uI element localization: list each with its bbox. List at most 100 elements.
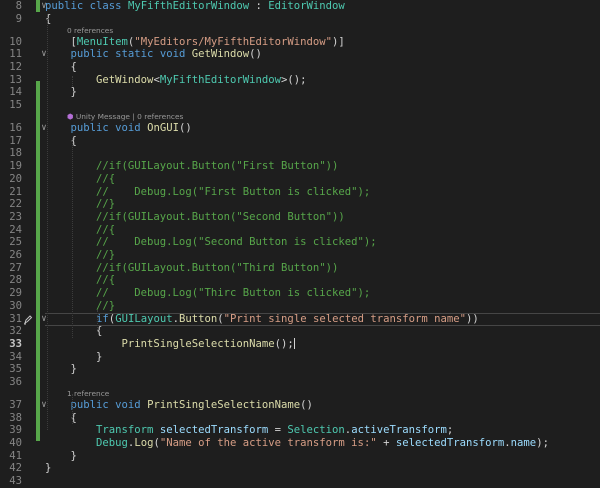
code-text: //if(GUILayout.Button("First Button")) [45,160,338,173]
code-token: "Name of the active transform is:" [159,437,377,449]
indent-guide [72,76,74,86]
code-line[interactable]: 9{ [0,13,600,26]
code-line[interactable]: 16 ∨ public void OnGUI() [0,122,600,135]
line-number: 31 [9,312,22,325]
code-token: //{ [45,172,116,185]
code-line[interactable]: 26 //} [0,249,600,262]
code-lens-references[interactable]: 1 reference [67,389,109,399]
code-line[interactable]: 28 //{ [0,274,600,287]
line-number: 41 [9,449,22,462]
code-line[interactable]: 38 { [0,412,600,425]
code-token: Debug [96,437,128,449]
code-text: if(GUILayout.Button("Print single select… [45,313,479,326]
code-text: { [45,61,77,74]
code-lens-references[interactable]: ⬢ Unity Message | 0 references [67,112,183,122]
code-text: } [45,351,102,364]
code-line[interactable]: 17 { [0,135,600,148]
code-line[interactable]: 27 //if(GUILayout.Button("Third Button")… [0,262,600,275]
code-line[interactable]: 43 [0,475,600,488]
code-token: GetWindow [96,73,154,86]
code-line[interactable]: 13 GetWindow<MyFifthEditorWindow>(); [0,74,600,87]
code-token: Selection [287,424,345,437]
code-text: } [45,86,77,99]
line-number: 38 [9,411,22,424]
code-line[interactable]: 34 } [0,351,600,364]
line-number: 18 [9,147,22,160]
code-text: public void OnGUI() [45,122,192,135]
code-line[interactable]: 8 ∨ public class MyFifthEditorWindow : Edi… [0,0,600,13]
code-text: } [45,450,77,463]
code-line[interactable]: 12 { [0,61,600,74]
code-line[interactable]: 19 //if(GUILayout.Button("First Button")… [0,160,600,173]
code-lens-label: Unity Message | 0 references [75,112,184,122]
code-line[interactable]: 33 PrintSingleSelectionName(); [0,338,600,351]
code-token: name [510,437,537,449]
code-text: } [45,462,51,475]
code-token: (); [274,337,294,350]
code-token: // Debug.Log("Thirc Button is clicked"); [45,287,371,300]
code-line[interactable]: 42} [0,462,600,475]
code-lens-references[interactable]: 0 references [67,26,113,36]
line-number: 17 [9,134,22,147]
code-line[interactable]: 15 [0,99,600,112]
code-line[interactable]: 39 Transform selectedTransform = Selecti… [0,424,600,437]
code-line[interactable]: 40 Debug.Log("Name of the active transfo… [0,437,600,450]
code-token: } [45,462,52,475]
code-text: public void PrintSingleSelectionName() [45,399,313,412]
code-line[interactable]: 21 // Debug.Log("First Button is clicked… [0,186,600,199]
code-line[interactable]: 30 //} [0,300,600,313]
line-number: 39 [9,424,22,437]
line-number: 28 [9,274,22,287]
line-number: 34 [9,350,22,363]
code-line[interactable]: 31 ∨ if(GUILayout.Button("Print single se… [0,313,600,326]
code-line[interactable]: 14 } [0,86,600,99]
line-number: 8 [15,0,22,12]
code-line[interactable]: 23 //if(GUILayout.Button("Second Button"… [0,211,600,224]
code-line[interactable]: 25 // Debug.Log("Second Button is clicke… [0,236,600,249]
line-number: 9 [15,12,22,25]
code-line[interactable]: 20 //{ [0,173,600,186]
code-token: } [45,363,77,376]
line-number: 40 [9,437,22,449]
code-token: Button [178,312,218,325]
code-token: () [178,122,192,134]
indent-guide [72,138,74,338]
code-token: } [45,350,103,363]
code-token: void [115,398,148,411]
code-token: Log [134,437,154,449]
code-text: PrintSingleSelectionName(); [45,338,295,351]
indent-guide [47,14,48,430]
line-number: 32 [9,325,22,338]
line-number: 20 [9,172,22,185]
code-line[interactable]: 29 // Debug.Log("Thirc Button is clicked… [0,287,600,300]
code-token: //if(GUILayout.Button("First Button")) [45,160,339,173]
code-line[interactable]: 11 ∨ public static void GetWindow() [0,48,600,61]
code-line[interactable]: 37 ∨ public void PrintSingleSelectionName… [0,399,600,412]
line-number: 10 [9,35,22,48]
line-number: 13 [9,73,22,86]
code-token: () [300,398,313,411]
code-token: ); [536,437,549,449]
code-lens-label: 1 reference [67,389,110,399]
code-line[interactable]: 32 { [0,325,600,338]
code-token: //} [45,198,116,211]
code-line[interactable]: 41 } [0,450,600,463]
code-token: // Debug.Log("Second Button is clicked")… [45,236,377,249]
code-line[interactable]: 22 //} [0,198,600,211]
code-text: Debug.Log("Name of the active transform … [45,437,549,450]
code-token: //} [45,299,116,312]
code-line[interactable]: 35 } [0,363,600,376]
code-line[interactable]: 36 [0,376,600,389]
code-line[interactable]: 24 //{ [0,224,600,237]
code-token: : [249,0,269,12]
code-token: "Print single selected transform name" [223,312,467,325]
code-token: { [45,61,77,73]
code-line[interactable]: 18 [0,147,600,160]
code-text: //{ [45,173,115,186]
code-line[interactable]: 10 [MenuItem("MyEditors/MyFifthEditorWin… [0,36,600,49]
code-token: public [70,48,116,61]
code-token: = [268,424,288,437]
code-editor[interactable]: 8 ∨ public class MyFifthEditorWindow : Edi… [0,0,600,487]
